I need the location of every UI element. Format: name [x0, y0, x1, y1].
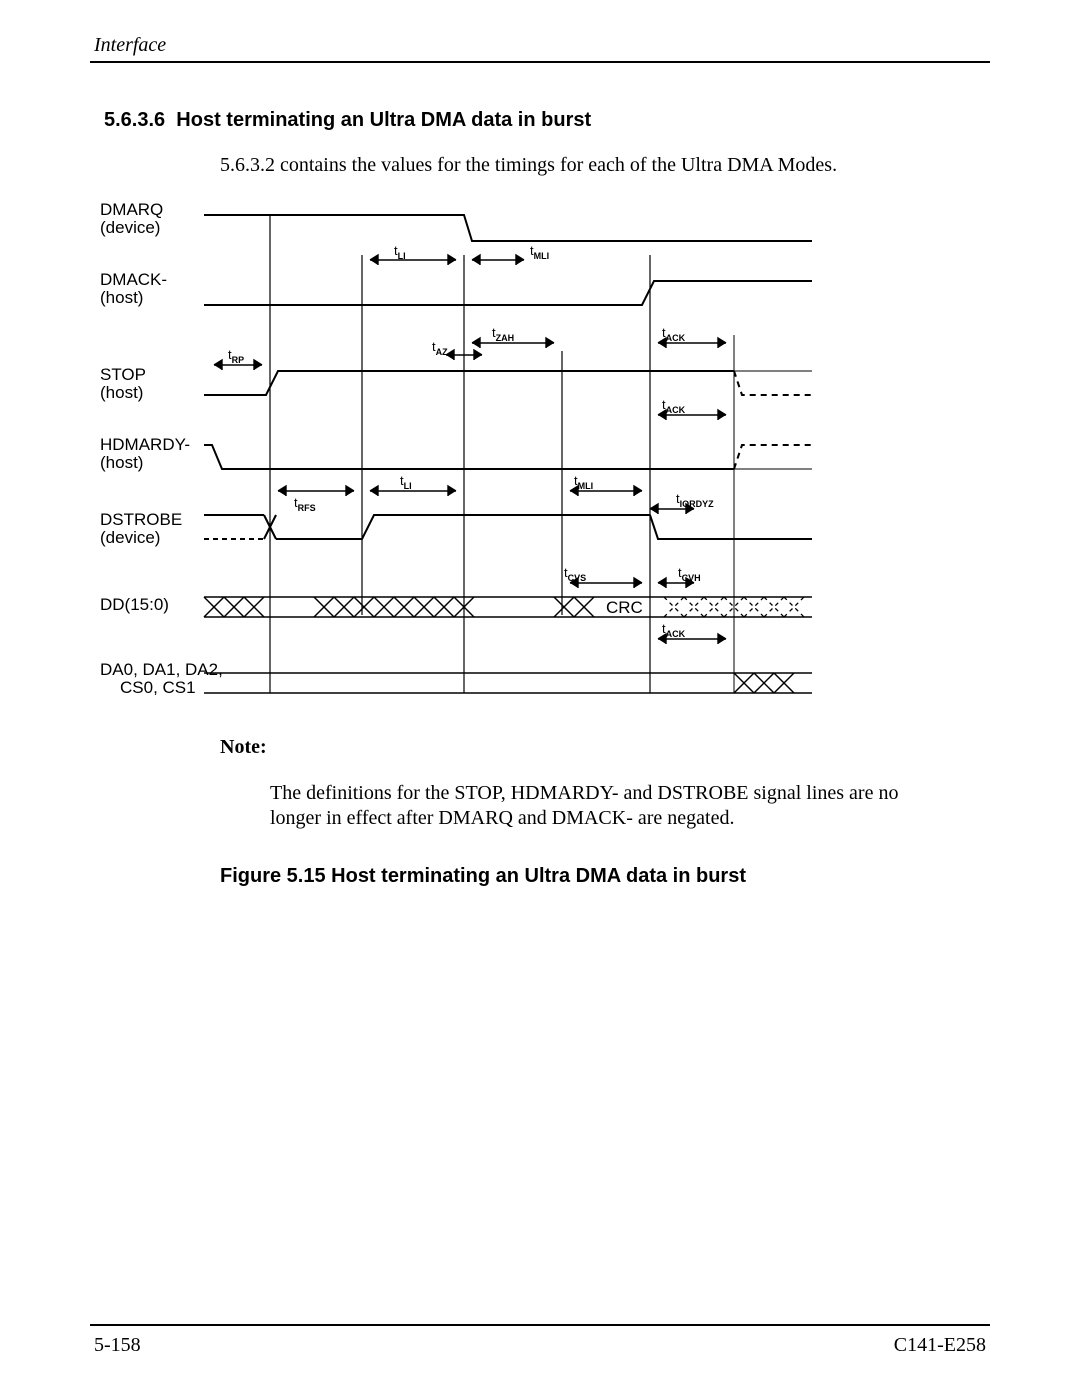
signal-dmack: DMACK-(host) [100, 270, 167, 307]
signal-stop: STOP(host) [100, 365, 146, 402]
svg-text:tAZ: tAZ [432, 339, 448, 357]
svg-text:tLI: tLI [400, 473, 412, 491]
signal-dmarq: DMARQ(device) [100, 200, 163, 237]
svg-text:tRFS: tRFS [294, 495, 316, 513]
section-lead: 5.6.3.2 contains the values for the timi… [220, 154, 990, 177]
svg-text:tIORDYZ: tIORDYZ [676, 491, 714, 509]
svg-text:tCVH: tCVH [678, 565, 701, 583]
svg-text:tACK: tACK [662, 621, 686, 639]
svg-text:tRP: tRP [228, 347, 244, 365]
svg-text:tMLI: tMLI [574, 473, 593, 491]
svg-text:tACK: tACK [662, 397, 686, 415]
doc-number: C141-E258 [894, 1334, 986, 1357]
figure-caption: Figure 5.15 Host terminating an Ultra DM… [220, 865, 990, 888]
header-rule [90, 61, 990, 63]
svg-text:tMLI: tMLI [530, 243, 549, 261]
section-number: 5.6.3.6 [104, 109, 165, 131]
page-number: 5-158 [94, 1334, 141, 1357]
page-footer: 5-158 C141-E258 [90, 1324, 990, 1357]
svg-text:tLI: tLI [394, 243, 406, 261]
note-label: Note: [220, 736, 990, 759]
page: Interface 5.6.3.6 Host terminating an Ul… [0, 0, 1080, 1397]
note-body: The definitions for the STOP, HDMARDY- a… [270, 781, 910, 831]
signal-hdmardy: HDMARDY-(host) [100, 435, 190, 472]
svg-text:tCVS: tCVS [564, 565, 586, 583]
svg-text:tACK: tACK [662, 325, 686, 343]
footer-rule [90, 1324, 990, 1326]
crc-label: CRC [606, 598, 643, 617]
signal-dstrobe: DSTROBE(device) [100, 510, 182, 547]
section-title: Host terminating an Ultra DMA data in bu… [176, 109, 591, 131]
signal-dd: DD(15:0) [100, 595, 169, 614]
running-header: Interface [90, 34, 990, 61]
section-heading: 5.6.3.6 Host terminating an Ultra DMA da… [104, 109, 990, 132]
timing-diagram: DMARQ(device) DMACK-(host) STOP(host) HD… [94, 195, 812, 700]
svg-text:tZAH: tZAH [492, 325, 514, 343]
signal-dacs: DA0, DA1, DA2,CS0, CS1 [100, 660, 223, 695]
